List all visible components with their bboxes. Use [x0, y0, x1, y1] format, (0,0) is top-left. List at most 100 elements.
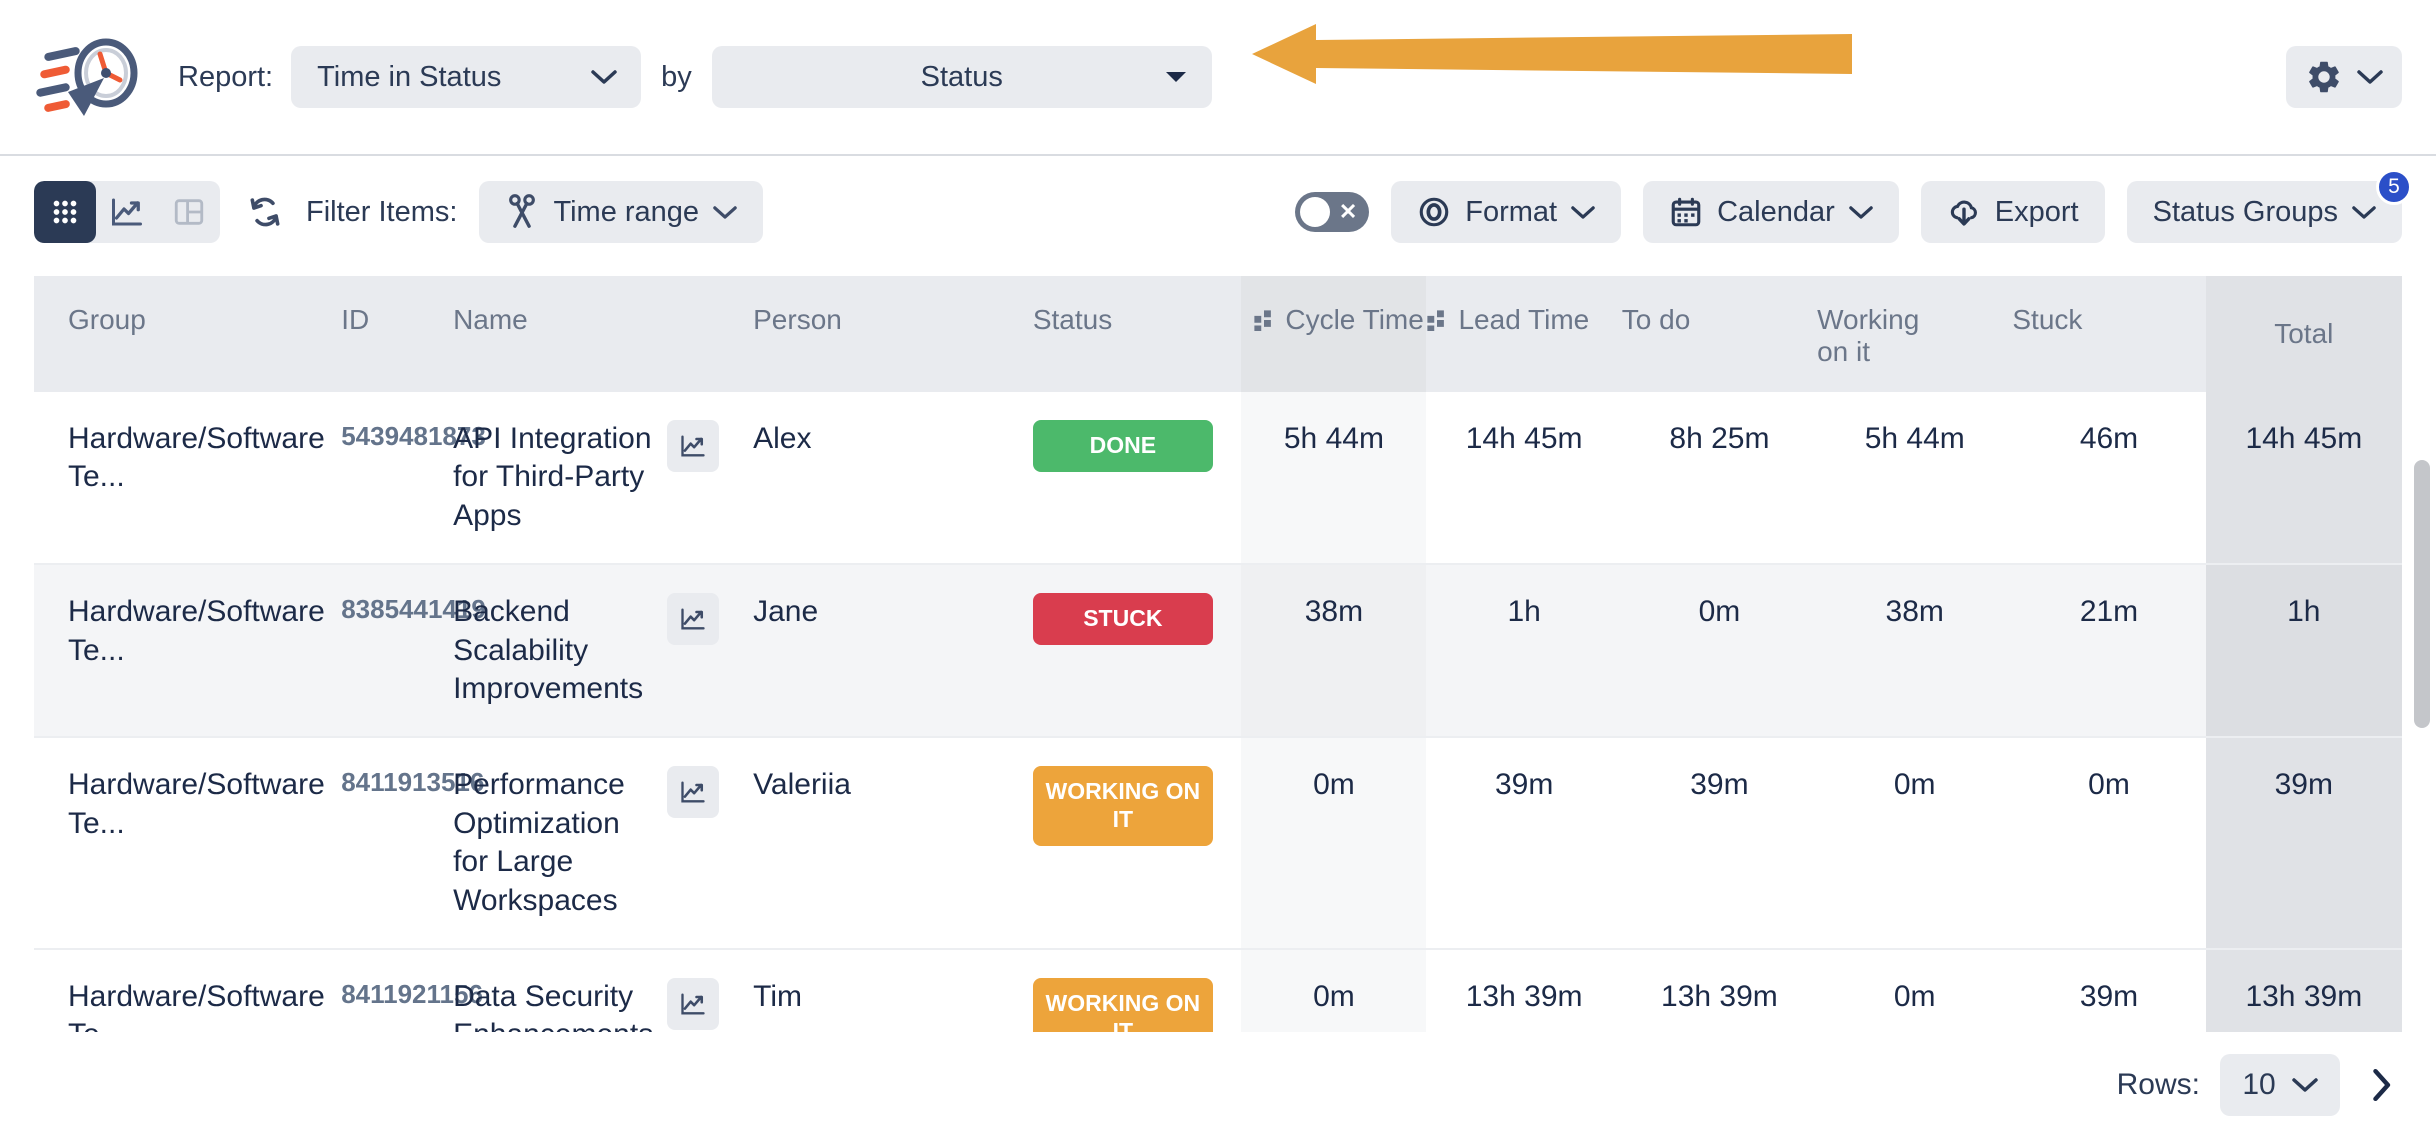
status-badge: STUCK: [1032, 593, 1213, 646]
chart-view-icon: [681, 781, 705, 803]
item-chart-button[interactable]: [667, 420, 720, 472]
cell-person: Valeriia: [753, 737, 1033, 950]
column-header-id[interactable]: ID: [341, 276, 454, 392]
cell-person: Jane: [753, 564, 1033, 739]
table-row[interactable]: Hardware/Software Te... 8385441419 Backe…: [34, 564, 2402, 739]
chevron-down-icon: [2352, 205, 2376, 219]
report-table-container[interactable]: Group ID Name Person Status Cycle Time L…: [34, 276, 2402, 1032]
drag-handle-icon: [1254, 310, 1272, 331]
column-header-total[interactable]: Total: [2205, 276, 2402, 392]
rows-per-page-value: 10: [2242, 1068, 2276, 1101]
view-mode-chart-button[interactable]: [96, 181, 158, 243]
toggle-knob: [1300, 197, 1331, 227]
cell-id[interactable]: 8411921156: [341, 948, 483, 1032]
board-view-icon: [174, 199, 204, 225]
refresh-button[interactable]: [246, 193, 284, 231]
item-name-text: API Integration for Third-Party Apps: [453, 422, 652, 532]
cell-stuck: 21m: [2012, 564, 2206, 739]
rows-per-page-dropdown[interactable]: 10: [2220, 1054, 2340, 1116]
column-label-working-on-it: Working on it: [1817, 304, 1920, 367]
report-label: Report:: [178, 60, 274, 93]
export-button[interactable]: Export: [1920, 181, 2105, 243]
calendar-button[interactable]: Calendar: [1643, 181, 1899, 243]
refresh-icon: [250, 197, 280, 227]
cell-working-on-it: 0m: [1817, 737, 2013, 950]
cell-status: STUCK: [1032, 564, 1242, 739]
cell-working-on-it: 0m: [1817, 948, 2013, 1032]
chevron-right-icon: [2373, 1068, 2391, 1102]
column-label-stuck: Stuck: [2012, 304, 2083, 335]
toolbar-right-group: ✕ Format Calendar Export Status Groups 5: [1295, 169, 2412, 243]
cell-id[interactable]: 5439481873: [341, 392, 486, 566]
column-header-lead-time[interactable]: Lead Time: [1426, 276, 1622, 392]
cell-cycle-time: 5h 44m: [1241, 392, 1427, 566]
gear-icon: [2309, 61, 2339, 93]
cell-cycle-time: 0m: [1241, 948, 1427, 1032]
format-label: Format: [1465, 195, 1558, 228]
cell-lead-time: 14h 45m: [1426, 392, 1622, 566]
cell-name: Backend Scalability Improvements: [453, 564, 754, 739]
group-by-dropdown[interactable]: Status: [711, 46, 1212, 108]
cell-id[interactable]: 8411913516: [341, 737, 484, 950]
cell-stuck: 39m: [2012, 948, 2206, 1032]
orange-arrow-annotation: [1252, 24, 1852, 84]
table-row[interactable]: Hardware/Software Te... 8411921156 Data …: [34, 948, 2402, 1032]
status-groups-button[interactable]: Status Groups 5: [2126, 169, 2412, 243]
calendar-icon: [1671, 197, 1701, 227]
cell-cycle-time: 0m: [1241, 737, 1427, 950]
app-root: Report: Time in Status by Status Filter …: [0, 0, 2436, 1138]
chart-view-icon: [681, 993, 705, 1015]
chevron-down-icon: [1571, 205, 1595, 219]
chevron-down-filled-icon: [1165, 72, 1186, 82]
cell-cycle-time: 38m: [1241, 564, 1427, 739]
item-name-text: Backend Scalability Improvements: [453, 595, 644, 705]
view-mode-grid-button[interactable]: [34, 181, 96, 243]
cell-lead-time: 1h: [1426, 564, 1622, 739]
table-row[interactable]: Hardware/Software Te... 8411913516 Perfo…: [34, 737, 2402, 950]
group-by-value: Status: [920, 60, 1003, 93]
chart-view-icon: [681, 608, 705, 630]
next-page-button[interactable]: [2360, 1067, 2402, 1103]
column-label-lead-time: Lead Time: [1458, 304, 1590, 335]
cell-stuck: 46m: [2012, 392, 2206, 566]
by-label: by: [661, 60, 692, 93]
cell-total: 13h 39m: [2205, 948, 2402, 1032]
cell-todo: 0m: [1621, 564, 1818, 739]
rows-label: Rows:: [2116, 1068, 2200, 1101]
column-header-name[interactable]: Name: [453, 276, 754, 392]
cell-status: DONE: [1032, 392, 1242, 566]
cell-group: Hardware/Software Te...: [34, 737, 342, 950]
cell-status: WORKING ON IT: [1032, 948, 1242, 1032]
display-toggle[interactable]: ✕: [1295, 192, 1370, 232]
table-row[interactable]: Hardware/Software Te... 5439481873 API I…: [34, 392, 2402, 566]
status-groups-label: Status Groups: [2152, 195, 2338, 228]
format-button[interactable]: Format: [1391, 181, 1622, 243]
cell-name: Performance Optimization for Large Works…: [453, 737, 754, 950]
column-header-status[interactable]: Status: [1032, 276, 1242, 392]
report-table: Group ID Name Person Status Cycle Time L…: [34, 276, 2402, 1032]
cell-todo: 39m: [1621, 737, 1818, 950]
column-header-todo[interactable]: To do: [1621, 276, 1818, 392]
time-range-filter-button[interactable]: Time range: [479, 181, 764, 243]
settings-button[interactable]: [2286, 46, 2402, 108]
column-header-stuck[interactable]: Stuck: [2012, 276, 2206, 392]
status-badge: WORKING ON IT: [1032, 977, 1213, 1032]
vertical-scrollbar[interactable]: [2414, 460, 2430, 728]
view-mode-board-button[interactable]: [158, 181, 220, 243]
column-label-person: Person: [753, 304, 842, 335]
column-header-cycle-time[interactable]: Cycle Time: [1241, 276, 1427, 392]
top-header: Report: Time in Status by Status: [0, 0, 2436, 156]
cell-stuck: 0m: [2012, 737, 2206, 950]
item-chart-button[interactable]: [667, 977, 720, 1030]
column-header-group[interactable]: Group: [34, 276, 342, 392]
item-name-text: Data Security Enhancements: [453, 979, 653, 1032]
item-chart-button[interactable]: [667, 766, 720, 819]
cell-lead-time: 39m: [1426, 737, 1622, 950]
drag-handle-icon: [1427, 310, 1445, 331]
item-chart-button[interactable]: [667, 593, 720, 646]
cell-id[interactable]: 8385441419: [341, 564, 486, 739]
report-type-dropdown[interactable]: Time in Status: [291, 46, 642, 108]
column-header-person[interactable]: Person: [753, 276, 1033, 392]
column-header-working-on-it[interactable]: Working on it: [1817, 276, 2013, 392]
cell-total: 14h 45m: [2205, 392, 2402, 566]
